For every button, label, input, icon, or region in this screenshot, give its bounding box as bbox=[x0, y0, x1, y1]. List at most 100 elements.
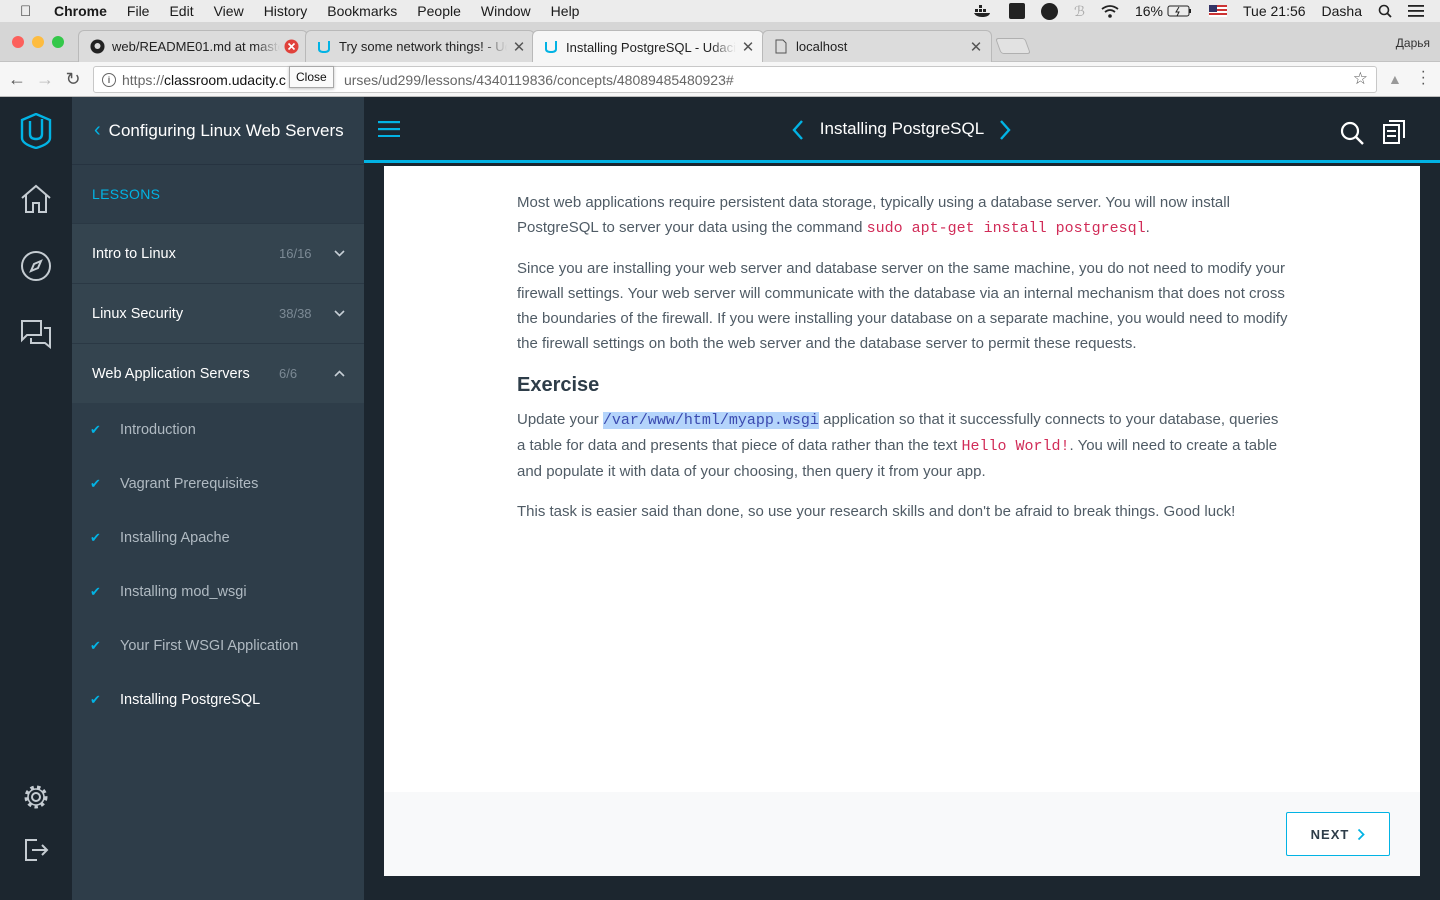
concept-title: Installing Apache bbox=[120, 530, 230, 546]
apple-menu-icon[interactable]:  bbox=[20, 3, 36, 20]
url-host: classroom.udacity.c bbox=[164, 71, 286, 88]
url-path: urses/ud299/lessons/4340119836/concepts/… bbox=[343, 71, 734, 88]
classroom-header: Installing PostgreSQL bbox=[364, 97, 1440, 163]
github-icon bbox=[89, 39, 105, 55]
bluetooth-icon[interactable]: ℬ bbox=[1074, 3, 1085, 20]
menu-history[interactable]: History bbox=[264, 3, 308, 19]
browser-toolbar: ← → ↻ i https://classroom.udacity.c urses… bbox=[0, 62, 1440, 97]
icon-rail bbox=[0, 97, 72, 900]
chevron-down-icon bbox=[334, 250, 345, 257]
course-back-link[interactable]: ‹ Configuring Linux Web Servers bbox=[72, 97, 364, 165]
chevron-down-icon bbox=[334, 310, 345, 317]
concept-item-current[interactable]: ✔ Installing PostgreSQL bbox=[72, 673, 364, 727]
tab-close-icon[interactable]: ✕ bbox=[511, 38, 527, 56]
checkmark-icon: ✔ bbox=[90, 584, 101, 599]
logout-icon[interactable] bbox=[18, 832, 54, 868]
spotlight-icon[interactable] bbox=[1378, 4, 1392, 18]
battery-percent[interactable]: 16% bbox=[1135, 3, 1163, 19]
menu-file[interactable]: File bbox=[127, 3, 150, 19]
chrome-menu-icon[interactable]: · · · bbox=[1421, 64, 1426, 92]
info-icon[interactable]: i bbox=[102, 72, 116, 87]
tab-close-icon[interactable]: ✕ bbox=[740, 38, 756, 56]
extension-icon[interactable]: ▲ bbox=[1388, 71, 1402, 87]
inline-code-selected: /var/www/html/myapp.wsgi bbox=[602, 412, 819, 429]
viber-icon[interactable] bbox=[1040, 2, 1058, 20]
browser-tab[interactable]: web/README01.md at master bbox=[78, 30, 308, 62]
tab-close-icon[interactable] bbox=[284, 39, 300, 54]
chat-icon[interactable] bbox=[18, 316, 54, 352]
url-bar[interactable]: i https://classroom.udacity.c urses/ud299… bbox=[93, 66, 1377, 93]
concept-item[interactable]: ✔ Installing mod_wsgi bbox=[72, 565, 364, 619]
app-status-icon[interactable] bbox=[1008, 3, 1025, 19]
previous-concept-icon[interactable] bbox=[791, 119, 805, 141]
tab-title: Installing PostgreSQL - Udacity bbox=[566, 39, 736, 55]
concept-item[interactable]: ✔ Your First WSGI Application bbox=[72, 619, 364, 673]
reload-icon[interactable]: ↻ bbox=[62, 68, 84, 90]
browser-tab[interactable]: localhost ✕ bbox=[762, 30, 992, 62]
checkmark-icon: ✔ bbox=[90, 422, 101, 437]
menu-view[interactable]: View bbox=[214, 3, 244, 19]
lesson-progress: 38/38 bbox=[279, 306, 312, 321]
home-icon[interactable] bbox=[18, 181, 54, 217]
concept-list: ✔ Introduction ✔ Vagrant Prerequisites ✔… bbox=[72, 403, 364, 727]
menu-people[interactable]: People bbox=[417, 3, 461, 19]
lesson-item-expanded[interactable]: Web Application Servers 6/6 bbox=[72, 343, 364, 403]
tab-close-icon[interactable]: ✕ bbox=[968, 38, 984, 56]
clock[interactable]: Tue 21:56 bbox=[1243, 3, 1306, 19]
concept-item[interactable]: ✔ Vagrant Prerequisites bbox=[72, 457, 364, 511]
paragraph: Update your /var/www/html/myapp.wsgi app… bbox=[517, 411, 1279, 480]
browser-tab-strip: web/README01.md at master Try some netwo… bbox=[0, 22, 1440, 63]
page-icon bbox=[773, 39, 789, 55]
wifi-icon[interactable] bbox=[1101, 4, 1119, 18]
new-tab-button[interactable] bbox=[995, 38, 1031, 54]
concept-title: Installing PostgreSQL bbox=[120, 692, 261, 708]
concept-item[interactable]: ✔ Installing Apache bbox=[72, 511, 364, 565]
macos-menu-bar:  Chrome File Edit View History Bookmark… bbox=[0, 0, 1440, 22]
battery-icon[interactable] bbox=[1167, 5, 1193, 17]
browser-tab[interactable]: Try some network things! - Udacity ✕ bbox=[305, 30, 535, 62]
profile-name[interactable]: Дарья bbox=[1396, 36, 1430, 50]
next-button[interactable]: NEXT bbox=[1286, 812, 1390, 856]
card-footer: NEXT bbox=[384, 792, 1420, 876]
forward-icon[interactable]: → bbox=[34, 68, 56, 90]
menu-help[interactable]: Help bbox=[551, 3, 580, 19]
concept-item[interactable]: ✔ Introduction bbox=[72, 403, 364, 457]
notes-icon[interactable] bbox=[1382, 119, 1406, 145]
docker-icon[interactable] bbox=[973, 4, 993, 18]
lesson-item[interactable]: Intro to Linux 16/16 bbox=[72, 223, 364, 283]
lesson-title: Intro to Linux bbox=[92, 245, 176, 262]
notification-center-icon[interactable] bbox=[1408, 5, 1424, 17]
lesson-title: Linux Security bbox=[92, 305, 184, 322]
checkmark-icon: ✔ bbox=[90, 638, 101, 653]
us-flag-icon[interactable] bbox=[1209, 5, 1227, 17]
udacity-icon bbox=[543, 39, 559, 55]
menu-window[interactable]: Window bbox=[481, 3, 531, 19]
bookmark-star-icon[interactable]: ☆ bbox=[1353, 69, 1368, 89]
menu-edit[interactable]: Edit bbox=[169, 3, 193, 19]
checkmark-icon: ✔ bbox=[90, 530, 101, 545]
lessons-label: LESSONS bbox=[72, 165, 364, 223]
udacity-logo-icon[interactable] bbox=[18, 113, 54, 149]
window-close-button[interactable] bbox=[12, 36, 24, 48]
concept-card: Most web applications require persistent… bbox=[384, 166, 1420, 876]
search-icon[interactable] bbox=[1340, 121, 1364, 145]
course-title: Configuring Linux Web Servers bbox=[108, 120, 344, 140]
tab-title: Try some network things! - Udacity bbox=[339, 39, 507, 54]
menu-bookmarks[interactable]: Bookmarks bbox=[327, 3, 397, 19]
menu-app-name[interactable]: Chrome bbox=[54, 3, 107, 19]
inline-code: Hello World! bbox=[961, 438, 1070, 455]
back-icon[interactable]: ← bbox=[6, 68, 28, 90]
settings-gear-icon[interactable] bbox=[18, 779, 54, 815]
window-minimize-button[interactable] bbox=[32, 36, 44, 48]
next-concept-icon[interactable] bbox=[998, 119, 1012, 141]
lesson-item[interactable]: Linux Security 38/38 bbox=[72, 283, 364, 343]
concept-title: Vagrant Prerequisites bbox=[120, 476, 259, 492]
user-name[interactable]: Dasha bbox=[1322, 3, 1362, 19]
inline-code: sudo apt-get install postgresql bbox=[866, 220, 1146, 237]
checkmark-icon: ✔ bbox=[90, 476, 101, 491]
compass-icon[interactable] bbox=[18, 248, 54, 284]
checkmark-icon: ✔ bbox=[90, 692, 101, 707]
browser-tab-active[interactable]: Installing PostgreSQL - Udacity ✕ bbox=[532, 30, 764, 63]
concept-title: Introduction bbox=[120, 422, 196, 438]
window-zoom-button[interactable] bbox=[52, 36, 64, 48]
